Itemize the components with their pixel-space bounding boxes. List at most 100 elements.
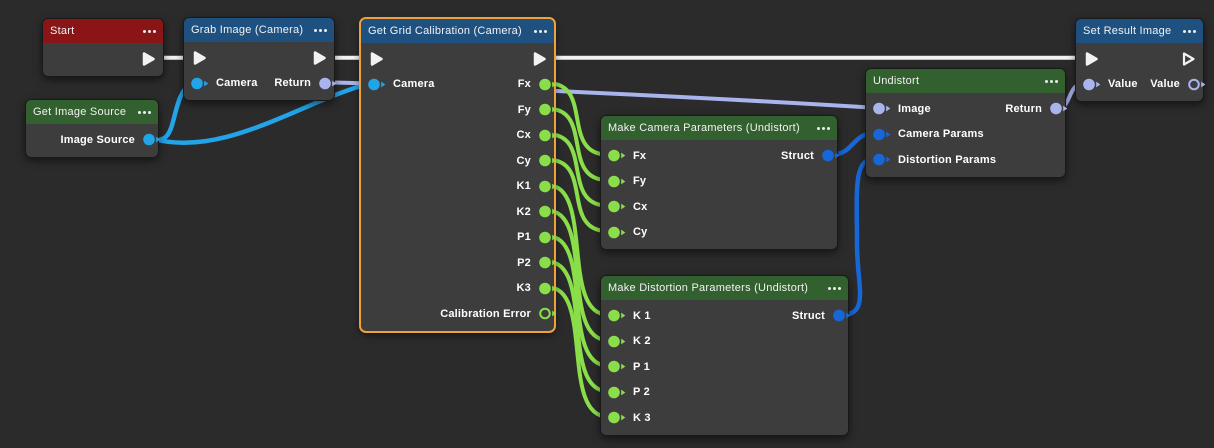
more-options-icon[interactable] <box>1045 78 1058 85</box>
port-label: Struct <box>781 150 814 162</box>
camera-params-input-port[interactable] <box>872 127 891 142</box>
fx-output-port[interactable] <box>538 77 557 92</box>
k3-output-port[interactable] <box>538 281 557 296</box>
port-label: Fx <box>633 150 646 162</box>
node-title: Make Distortion Parameters (Undistort) <box>608 282 822 294</box>
node-get-grid-calibration[interactable]: Get Grid Calibration (Camera) Camera Fx <box>360 18 555 332</box>
node-header[interactable]: Make Distortion Parameters (Undistort) <box>601 276 848 300</box>
exec-in-pin[interactable] <box>1082 50 1100 68</box>
node-title: Get Image Source <box>33 106 132 118</box>
p1-input-port[interactable] <box>607 359 626 374</box>
fy-output-port[interactable] <box>538 102 557 117</box>
more-options-icon[interactable] <box>534 28 547 35</box>
node-grab-image[interactable]: Grab Image (Camera) Camera Return <box>183 17 335 101</box>
exec-in-pin[interactable] <box>190 49 208 67</box>
port-label: Camera Params <box>898 128 984 140</box>
node-header[interactable]: Start <box>43 19 163 43</box>
struct-output-port[interactable] <box>821 148 840 163</box>
node-header[interactable]: Make Camera Parameters (Undistort) <box>601 116 837 140</box>
p2-output-port[interactable] <box>538 255 557 270</box>
node-make-distortion-parameters[interactable]: Make Distortion Parameters (Undistort) K… <box>600 275 849 436</box>
more-options-icon[interactable] <box>1183 28 1196 35</box>
port-label: Camera <box>393 78 435 90</box>
node-set-result-image[interactable]: Set Result Image Value Value <box>1075 18 1204 102</box>
node-header[interactable]: Get Image Source <box>26 100 158 124</box>
node-start[interactable]: Start <box>42 18 164 77</box>
p2-input-port[interactable] <box>607 385 626 400</box>
port-label: Fy <box>633 175 646 187</box>
p1-output-port[interactable] <box>538 230 557 245</box>
port-label: Camera <box>216 77 258 89</box>
exec-out-pin[interactable] <box>139 50 157 68</box>
graph-canvas[interactable]: Start Grab Image (Camera) <box>0 0 1214 448</box>
return-output-port[interactable] <box>318 76 337 91</box>
node-make-camera-parameters[interactable]: Make Camera Parameters (Undistort) Fx St… <box>600 115 838 250</box>
k1-input-port[interactable] <box>607 308 626 323</box>
node-header[interactable]: Get Grid Calibration (Camera) <box>361 19 554 43</box>
k2-input-port[interactable] <box>607 334 626 349</box>
return-output-port[interactable] <box>1049 101 1068 116</box>
node-title: Set Result Image <box>1083 25 1177 37</box>
exec-out-pin[interactable] <box>530 50 548 68</box>
calibration-error-output-port[interactable] <box>538 306 557 321</box>
port-label: Cy <box>633 226 647 238</box>
port-label: Calibration Error <box>440 308 531 320</box>
exec-in-pin[interactable] <box>367 50 385 68</box>
port-label: Return <box>274 77 311 89</box>
port-label: K 2 <box>633 335 651 347</box>
distortion-params-input-port[interactable] <box>872 152 891 167</box>
port-label: P2 <box>517 257 531 269</box>
value-input-port[interactable] <box>1082 77 1101 92</box>
port-label: P1 <box>517 231 531 243</box>
node-undistort[interactable]: Undistort Image Return Camera Params <box>865 68 1066 178</box>
more-options-icon[interactable] <box>138 109 151 116</box>
node-title: Make Camera Parameters (Undistort) <box>608 122 811 134</box>
exec-out-pin[interactable] <box>1179 50 1197 68</box>
exec-out-pin[interactable] <box>310 49 328 67</box>
port-label: Value <box>1108 78 1138 90</box>
port-label: P 1 <box>633 361 650 373</box>
fy-input-port[interactable] <box>607 174 626 189</box>
port-label: P 2 <box>633 386 650 398</box>
port-label: Value <box>1150 78 1180 90</box>
node-header[interactable]: Grab Image (Camera) <box>184 18 334 42</box>
port-label: Cx <box>517 129 531 141</box>
cx-output-port[interactable] <box>538 128 557 143</box>
port-label: K1 <box>517 180 531 192</box>
image-source-output-port[interactable] <box>142 132 161 147</box>
port-label: Fx <box>518 78 531 90</box>
node-title: Start <box>50 25 137 37</box>
k1-output-port[interactable] <box>538 179 557 194</box>
more-options-icon[interactable] <box>143 28 156 35</box>
port-label: Cy <box>517 155 531 167</box>
port-label: K 1 <box>633 310 651 322</box>
cy-output-port[interactable] <box>538 153 557 168</box>
port-label: Distortion Params <box>898 154 996 166</box>
struct-output-port[interactable] <box>832 308 851 323</box>
value-output-port[interactable] <box>1187 77 1206 92</box>
port-label: Struct <box>792 310 825 322</box>
port-label: Return <box>1005 103 1042 115</box>
port-label: K3 <box>517 282 531 294</box>
port-label: Fy <box>518 104 531 116</box>
port-label: K2 <box>517 206 531 218</box>
cx-input-port[interactable] <box>607 199 626 214</box>
image-input-port[interactable] <box>872 101 891 116</box>
camera-input-port[interactable] <box>190 76 209 91</box>
node-get-image-source[interactable]: Get Image Source Image Source <box>25 99 159 158</box>
cy-input-port[interactable] <box>607 225 626 240</box>
node-header[interactable]: Set Result Image <box>1076 19 1203 43</box>
node-title: Get Grid Calibration (Camera) <box>368 25 528 37</box>
node-title: Undistort <box>873 75 1039 87</box>
camera-input-port[interactable] <box>367 77 386 92</box>
node-header[interactable]: Undistort <box>866 69 1065 93</box>
port-label: Image <box>898 103 931 115</box>
more-options-icon[interactable] <box>314 27 327 34</box>
fx-input-port[interactable] <box>607 148 626 163</box>
more-options-icon[interactable] <box>828 285 841 292</box>
port-label: K 3 <box>633 412 651 424</box>
k2-output-port[interactable] <box>538 204 557 219</box>
node-title: Grab Image (Camera) <box>191 24 308 36</box>
k3-input-port[interactable] <box>607 410 626 425</box>
more-options-icon[interactable] <box>817 125 830 132</box>
